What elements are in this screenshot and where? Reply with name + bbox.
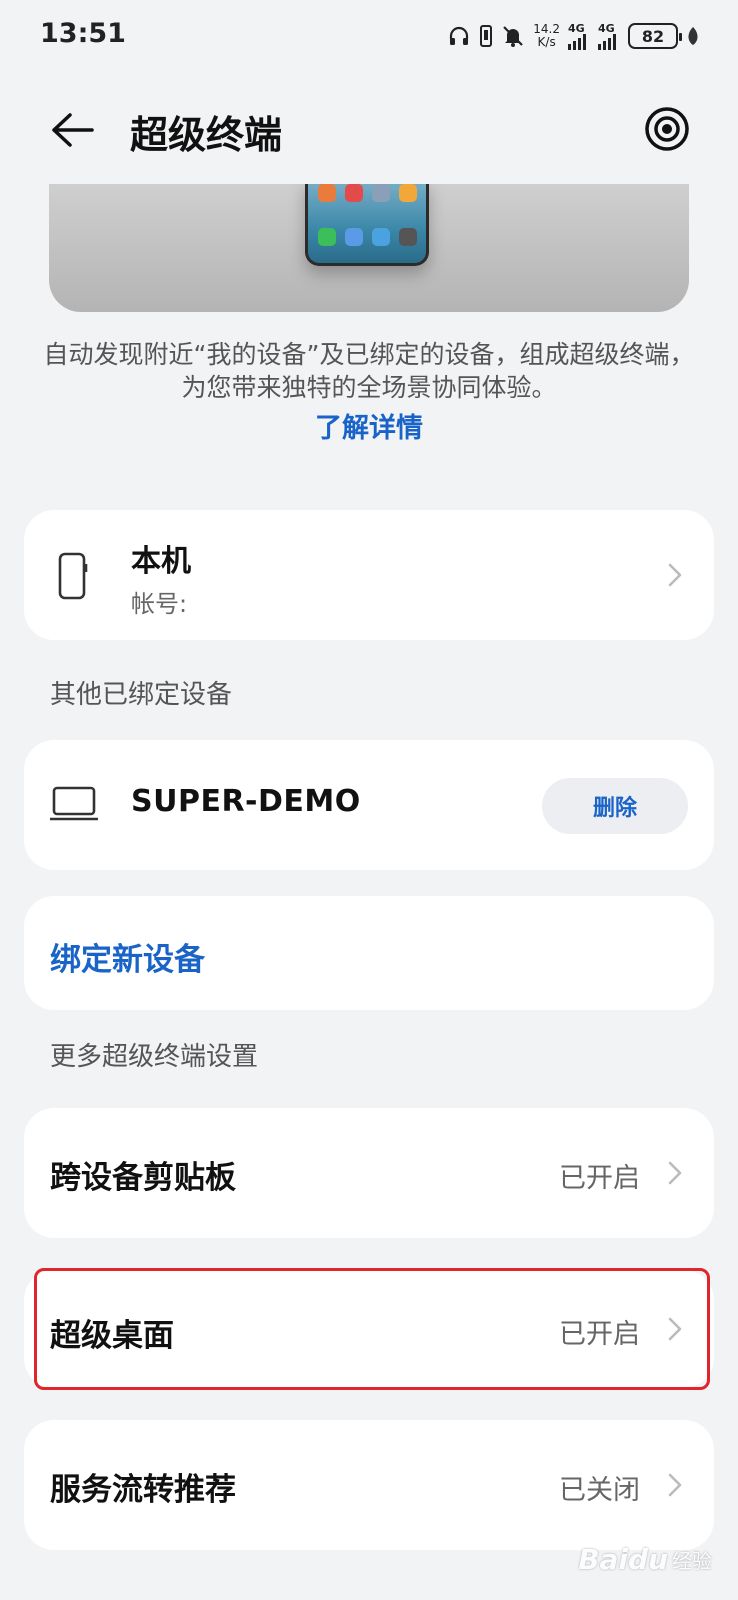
network-label-1: 4G — [568, 21, 585, 35]
bound-device-name: SUPER-DEMO — [131, 784, 361, 819]
network-type-2: 4G — [598, 23, 620, 50]
this-device-name: 本机 — [131, 544, 191, 579]
illustration-banner — [49, 184, 689, 312]
app-icon — [318, 228, 336, 246]
this-device-account: 帐号: — [131, 590, 188, 618]
setting-label: 超级桌面 — [50, 1318, 174, 1354]
setting-service-flow-recommendation[interactable]: 服务流转推荐 已关闭 — [24, 1420, 714, 1550]
mute-bell-icon — [501, 24, 525, 48]
app-icon — [345, 228, 363, 246]
bound-device-card: SUPER-DEMO 删除 — [24, 740, 714, 870]
chevron-right-icon — [668, 1317, 682, 1341]
vibrate-icon — [479, 24, 493, 48]
learn-more-link[interactable]: 了解详情 — [0, 406, 738, 445]
network-label-2: 4G — [598, 21, 615, 35]
this-device-card[interactable]: 本机 帐号: — [24, 510, 714, 640]
setting-status: 已开启 — [559, 1319, 640, 1350]
status-icons: 14.2 K/s 4G 4G 82 — [447, 20, 700, 52]
headphones-icon — [447, 24, 471, 48]
bind-new-device-card[interactable]: 绑定新设备 — [24, 896, 714, 1010]
speed-unit: K/s — [537, 35, 556, 49]
battery-level: 82 — [641, 26, 665, 46]
status-bar: 13:51 14.2 K/s 4G 4G 82 — [0, 0, 738, 70]
app-icon — [318, 184, 336, 202]
baidu-watermark: Baidu 经验 — [578, 1543, 712, 1576]
setting-status: 已开启 — [559, 1163, 640, 1194]
intro-description: 自动发现附近“我的设备”及已绑定的设备，组成超级终端，为您带来独特的全场景协同体… — [43, 340, 695, 402]
status-time: 13:51 — [40, 18, 126, 49]
setting-label: 跨设备剪贴板 — [50, 1160, 236, 1196]
chevron-right-icon — [668, 1473, 682, 1497]
network-speed: 14.2 K/s — [533, 23, 560, 49]
phone-icon — [58, 552, 88, 604]
radar-button[interactable] — [642, 104, 692, 154]
more-settings-section-title: 更多超级终端设置 — [50, 1042, 259, 1072]
watermark-sub: 经验 — [672, 1549, 712, 1573]
watermark-text: Baidu — [578, 1543, 668, 1576]
battery-icon: 82 — [628, 23, 682, 49]
delete-device-button[interactable]: 删除 — [542, 778, 688, 834]
chevron-right-icon — [668, 563, 682, 587]
laptop-icon — [50, 786, 98, 826]
back-button[interactable] — [48, 108, 96, 152]
back-arrow-icon — [52, 113, 94, 147]
phone-illustration — [305, 184, 429, 266]
network-type-1: 4G — [568, 23, 590, 50]
page-title: 超级终端 — [130, 113, 283, 157]
leaf-icon — [686, 25, 700, 47]
app-icon — [372, 184, 390, 202]
app-icon — [345, 184, 363, 202]
setting-label: 服务流转推荐 — [50, 1472, 236, 1508]
app-icon — [399, 228, 417, 246]
app-icon — [399, 184, 417, 202]
app-header: 超级终端 — [0, 90, 738, 170]
bind-new-device-label: 绑定新设备 — [50, 942, 205, 978]
setting-cross-device-clipboard[interactable]: 跨设备剪贴板 已开启 — [24, 1108, 714, 1238]
other-devices-section-title: 其他已绑定设备 — [50, 680, 233, 710]
app-icon — [372, 228, 390, 246]
radar-icon — [645, 107, 689, 151]
setting-super-desktop[interactable]: 超级桌面 已开启 — [24, 1270, 714, 1388]
chevron-right-icon — [668, 1161, 682, 1185]
setting-status: 已关闭 — [559, 1475, 640, 1506]
